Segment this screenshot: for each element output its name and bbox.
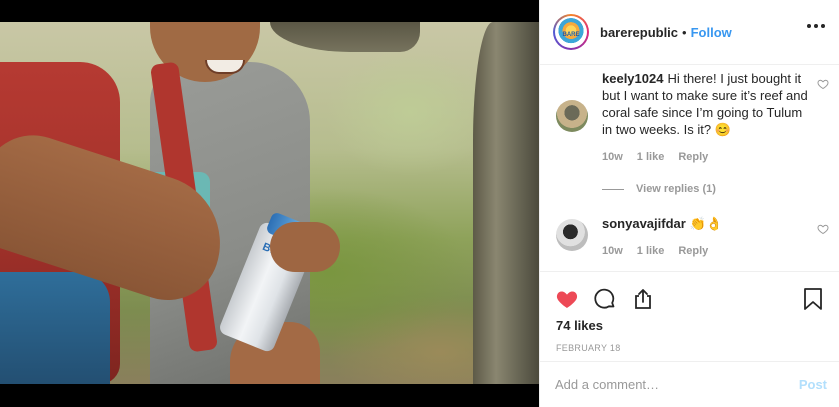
share-icon[interactable] <box>631 287 655 311</box>
commenter-avatar[interactable] <box>556 219 588 251</box>
like-count[interactable]: 74 likes <box>540 316 839 333</box>
comment-item: keely1024 Hi there! I just bought it but … <box>556 65 829 163</box>
tree-trunk <box>473 22 539 384</box>
view-replies-button[interactable]: View replies (1) <box>602 183 823 195</box>
comment-username[interactable]: keely1024 <box>602 71 663 86</box>
comment-username[interactable]: sonyavajifdar <box>602 216 686 231</box>
reply-button[interactable]: Reply <box>678 151 708 163</box>
more-dot <box>814 24 818 28</box>
comments-list[interactable]: keely1024 Hi there! I just bought it but … <box>540 65 839 271</box>
brand-logo: BARE <box>557 18 585 46</box>
add-comment-input[interactable] <box>555 377 799 392</box>
more-dot <box>807 24 811 28</box>
comment-text-block: sonyavajifdar 👏👌 <box>602 215 812 232</box>
comment-item: sonyavajifdar 👏👌 10w 1 like Reply <box>556 195 829 257</box>
comment-like-heart-icon[interactable] <box>817 223 829 235</box>
more-dot <box>821 24 825 28</box>
action-bar <box>540 272 839 316</box>
post-actions: 74 likes February 18 <box>540 271 839 353</box>
comment-age[interactable]: 10w <box>602 245 623 257</box>
add-comment-bar: Post <box>540 361 839 407</box>
post-details-panel: BARE barerepublic • Follow keely1024 Hi t… <box>539 0 839 407</box>
author-avatar-inner: BARE <box>555 16 587 48</box>
follow-button[interactable]: Follow <box>691 25 732 40</box>
comment-text-block: keely1024 Hi there! I just bought it but … <box>602 70 812 138</box>
comment-like-count[interactable]: 1 like <box>637 151 665 163</box>
comment-meta: 10w 1 like Reply <box>602 151 812 163</box>
person-hand-upper <box>270 222 340 272</box>
post-photo[interactable]: BARE <box>0 0 539 407</box>
comment-like-heart-icon[interactable] <box>817 78 829 90</box>
bookmark-icon[interactable] <box>802 287 824 311</box>
reply-button[interactable]: Reply <box>678 245 708 257</box>
view-replies-label: View replies (1) <box>636 183 716 195</box>
comment-body: keely1024 Hi there! I just bought it but … <box>602 70 812 163</box>
post-comment-button[interactable]: Post <box>799 377 827 392</box>
post-image: BARE <box>0 22 539 384</box>
heart-icon[interactable] <box>555 287 579 311</box>
backpack-blue-panel <box>0 272 110 384</box>
comment-meta: 10w 1 like Reply <box>602 245 812 257</box>
more-options-icon[interactable] <box>807 24 825 28</box>
comment-body: sonyavajifdar 👏👌 10w 1 like Reply <box>602 215 812 257</box>
header-separator: • <box>682 24 687 40</box>
tree-branch <box>270 22 420 52</box>
comment-icon[interactable] <box>593 287 617 311</box>
post-header: BARE barerepublic • Follow <box>540 0 839 65</box>
brand-logo-text: BARE <box>562 32 580 38</box>
view-replies-line <box>602 188 624 190</box>
comment-like-count[interactable]: 1 like <box>637 245 665 257</box>
comment-age[interactable]: 10w <box>602 151 623 163</box>
author-username[interactable]: barerepublic <box>600 25 678 40</box>
author-avatar[interactable]: BARE <box>553 14 589 50</box>
post-date[interactable]: February 18 <box>540 333 839 353</box>
commenter-avatar[interactable] <box>556 100 588 132</box>
comment-text: 👏👌 <box>689 216 723 231</box>
